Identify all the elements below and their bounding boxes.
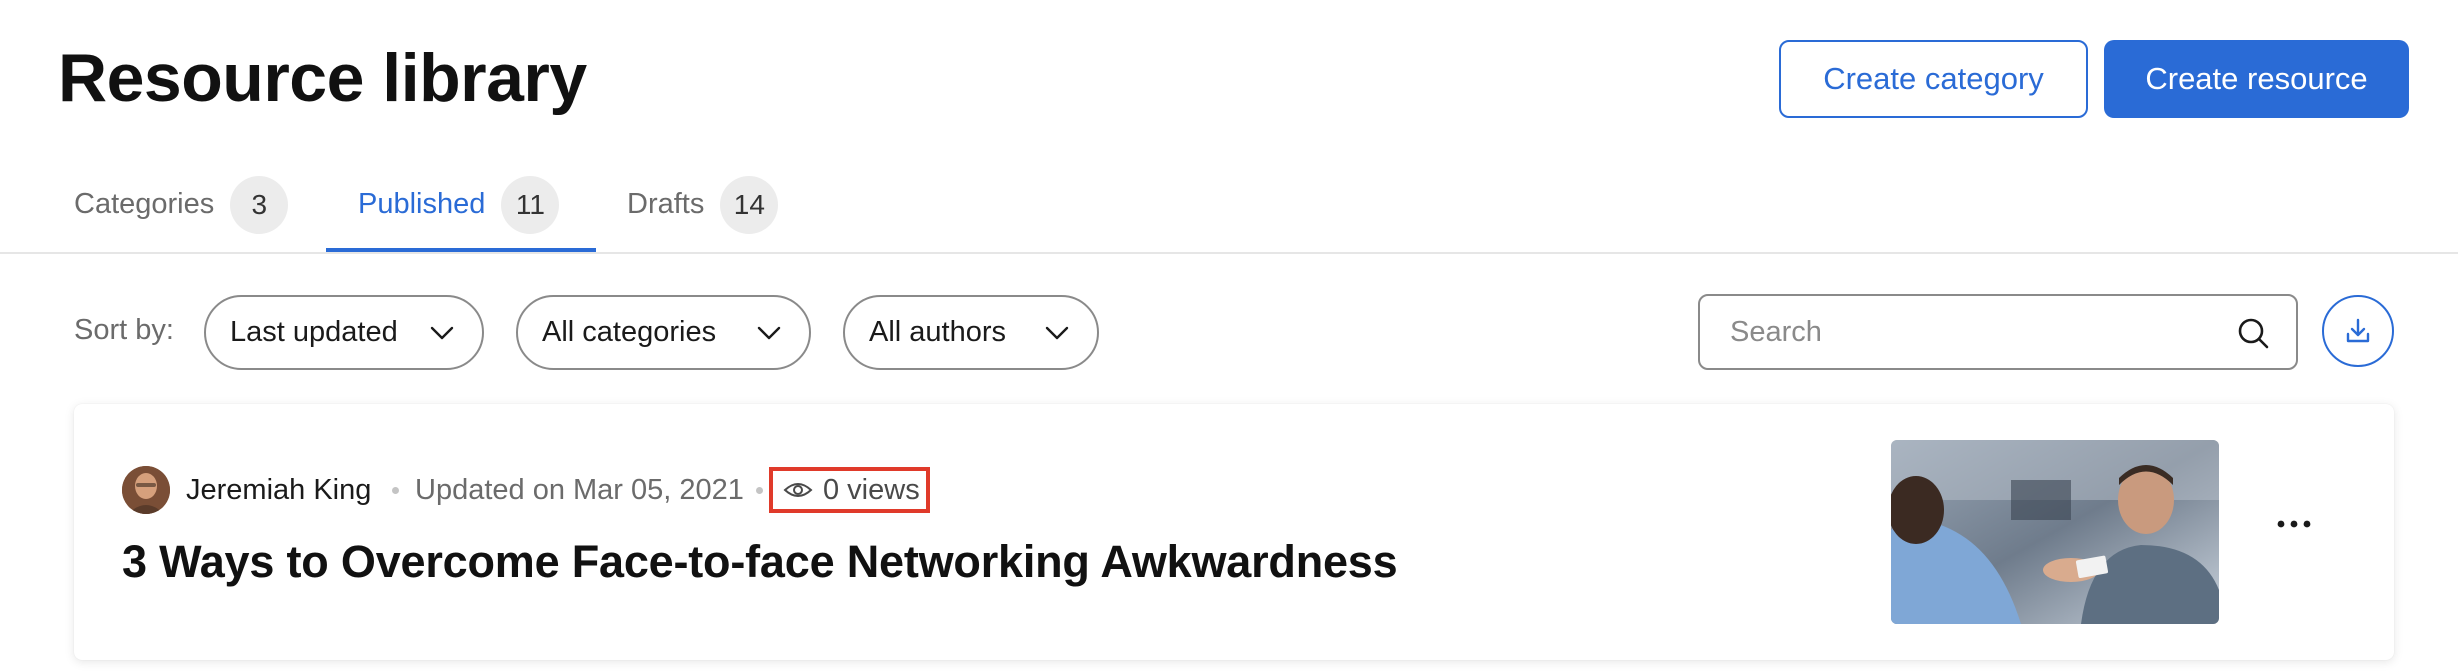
tab-drafts[interactable]: Drafts 14 [627,176,779,252]
create-category-button[interactable]: Create category [1779,40,2088,118]
views-count: 0 views [769,467,930,513]
tab-published[interactable]: Published 11 [326,176,596,252]
resource-card[interactable]: Jeremiah King Updated on Mar 05, 2021 0 … [74,404,2394,660]
search-icon[interactable] [2236,316,2270,350]
sort-by-label: Sort by: [74,314,174,346]
more-horizontal-icon [2277,520,2311,528]
category-dropdown[interactable]: All categories [516,295,811,370]
tab-count-badge: 14 [720,176,779,234]
author-dropdown[interactable]: All authors [843,295,1099,370]
search-input[interactable] [1730,310,2190,354]
tab-categories[interactable]: Categories 3 [74,176,289,252]
create-resource-button[interactable]: Create resource [2104,40,2409,118]
tab-label: Drafts [627,188,705,220]
tab-count-badge: 3 [230,176,289,234]
tab-count-badge: 11 [501,176,560,234]
tab-bar: Categories 3 Published 11 Drafts 14 [0,170,2458,254]
eye-icon [783,483,813,497]
sort-dropdown-value: Last updated [230,316,398,348]
author-dropdown-value: All authors [869,316,1007,348]
download-button[interactable] [2322,295,2394,367]
chevron-down-icon [430,326,454,340]
sort-dropdown[interactable]: Last updated [204,295,484,370]
separator-dot [756,487,763,494]
avatar [122,466,170,514]
more-options-button[interactable] [2270,504,2318,544]
chevron-down-icon [757,326,781,340]
resource-thumbnail [1891,440,2219,624]
chevron-down-icon [1045,326,1069,340]
separator-dot [392,487,399,494]
tab-label: Published [358,188,486,220]
tab-label: Categories [74,188,215,220]
search-box [1698,294,2298,370]
resource-title[interactable]: 3 Ways to Overcome Face-to-face Networki… [122,536,1398,588]
author-name: Jeremiah King [186,474,372,506]
category-dropdown-value: All categories [542,316,717,348]
download-icon [2346,318,2370,343]
updated-date: Updated on Mar 05, 2021 [415,474,744,506]
page-title: Resource library [58,40,587,116]
views-text: 0 views [823,473,920,506]
